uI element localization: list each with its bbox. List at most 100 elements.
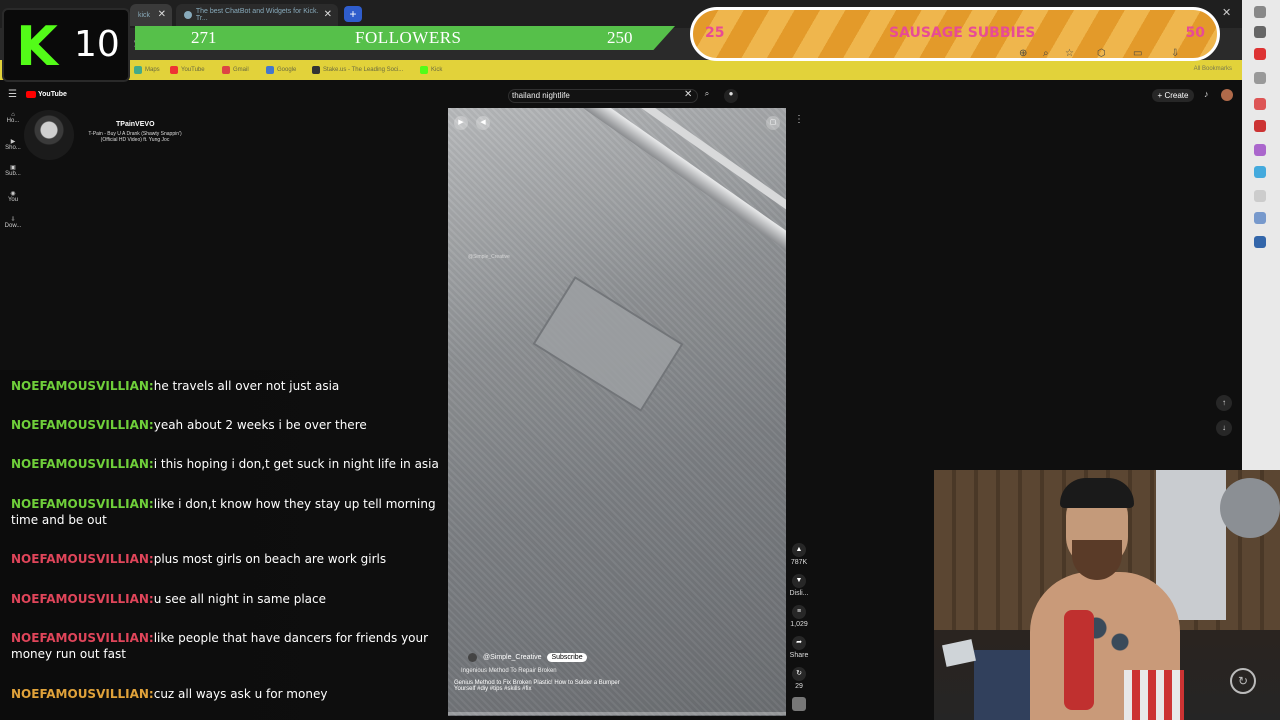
star-icon[interactable]: ☆ (1065, 48, 1074, 58)
extension-icon[interactable]: ⬡ (1097, 48, 1106, 58)
app-icon[interactable] (1254, 236, 1266, 248)
subs-goal: 50 (1185, 25, 1205, 41)
close-tab-icon[interactable]: ✕ (324, 9, 332, 20)
all-bookmarks[interactable]: All Bookmarks (1194, 66, 1232, 72)
fullscreen-icon[interactable]: ▢ (766, 116, 780, 130)
shorts-video-player[interactable]: @Simple_Creative ▶ ◀ ▢ @Simple_Creative … (448, 108, 786, 716)
app-icon[interactable] (1254, 72, 1266, 84)
video-progress-bar[interactable] (448, 712, 786, 715)
chat-overlay: NOEFAMOUSVILLIAN:he travels all over not… (0, 370, 450, 720)
dislike-button[interactable]: ▼ Disli... (788, 574, 810, 597)
bookmark-google[interactable]: Google (266, 66, 296, 74)
mic-icon[interactable]: ● (724, 89, 738, 103)
music-channel: TPainVEVO (116, 121, 155, 128)
bookmark-stake[interactable]: Stake.us - The Leading Soci... (312, 66, 403, 74)
share-icon: ➦ (792, 636, 806, 650)
remix-icon: ↻ (792, 667, 806, 681)
comment-icon: ≡ (792, 605, 806, 619)
clear-search-icon[interactable]: ✕ (684, 89, 692, 100)
play-icon[interactable]: ▶ (454, 116, 468, 130)
chat-username: NOEFAMOUSVILLIAN: (11, 592, 154, 606)
chat-username: NOEFAMOUSVILLIAN: (11, 457, 154, 471)
bookmark-maps[interactable]: Maps (134, 66, 160, 74)
bell-icon[interactable]: ♪ (1204, 89, 1209, 99)
chat-message: NOEFAMOUSVILLIAN:yeah about 2 weeks i be… (11, 417, 451, 433)
cam-fan (1220, 478, 1280, 538)
next-short-button[interactable]: ↓ (1216, 420, 1232, 436)
remix-button[interactable]: ↻ 29 (788, 667, 810, 690)
app-icon[interactable] (1254, 120, 1266, 132)
nav-item-you[interactable]: ◉ You (2, 190, 24, 203)
share-button[interactable]: ➦ Share (788, 636, 810, 659)
video-watermark: @Simple_Creative (468, 254, 510, 260)
channel-name[interactable]: @Simple_Creative (483, 654, 541, 661)
search-icon[interactable]: ⌕ (1043, 48, 1049, 58)
followers-goal: 250 (607, 28, 633, 47)
previous-short-button[interactable]: ↑ (1216, 395, 1232, 411)
app-icon[interactable] (1254, 212, 1266, 224)
cam-cards (942, 639, 976, 667)
chat-text: he travels all over not just asia (153, 379, 340, 393)
chat-text: cuz all ways ask u for money (153, 687, 328, 701)
youtube-play-icon (26, 91, 36, 98)
subscribe-button[interactable]: Subscribe (547, 653, 587, 662)
chat-username: NOEFAMOUSVILLIAN: (11, 418, 154, 432)
new-tab-button[interactable]: + (344, 6, 362, 22)
short-song[interactable]: Ingenious Method To Repair Broken (461, 668, 557, 674)
stake-icon (312, 66, 320, 74)
nav-item-subscriptions[interactable]: ▣ Sub... (2, 164, 24, 177)
app-icon[interactable] (1254, 144, 1266, 156)
kick-logo-icon: K (16, 15, 58, 78)
chat-message: NOEFAMOUSVILLIAN:i this hoping i don,t g… (11, 456, 451, 472)
subs-goal-bar: 25 SAUSAGE SUBBIES 50 ⊕ ⌕ ☆ ⬡ ▭ ⇩ (690, 7, 1220, 61)
kick-icon (420, 66, 428, 74)
bookmark-kick[interactable]: Kick (420, 66, 442, 74)
chat-text: yeah about 2 weeks i be over there (153, 418, 367, 432)
search-button[interactable]: ⌕ (700, 89, 714, 103)
chat-username: NOEFAMOUSVILLIAN: (11, 497, 154, 511)
google-icon (266, 66, 274, 74)
chat-username: NOEFAMOUSVILLIAN: (11, 379, 154, 393)
music-artist-avatar (24, 110, 74, 160)
bookmark-youtube[interactable]: YouTube (170, 66, 205, 74)
gmail-icon (222, 66, 230, 74)
create-button[interactable]: + Create (1152, 89, 1194, 102)
notification-icon[interactable] (1254, 6, 1266, 18)
search-query[interactable]: thailand nightlife (512, 91, 570, 100)
close-window-icon[interactable]: ✕ (1222, 6, 1231, 19)
search-icon[interactable] (1254, 26, 1266, 38)
tab-label: kick (138, 11, 151, 19)
nav-item-downloads[interactable]: ⇩ Dow... (2, 216, 24, 229)
subs-label: SAUSAGE SUBBIES (889, 25, 1036, 41)
tab-kick[interactable]: kick ✕ (130, 4, 172, 26)
channel-avatar[interactable] (468, 653, 477, 662)
cam-bottle (1064, 610, 1094, 710)
app-icon[interactable] (1254, 98, 1266, 110)
menu-icon[interactable]: ☰ (8, 89, 17, 100)
bookmark-gmail[interactable]: Gmail (222, 66, 249, 74)
nav-item-shorts[interactable]: ▶ Sho... (2, 138, 24, 151)
avatar[interactable] (1221, 89, 1233, 101)
cast-icon[interactable]: ▭ (1133, 48, 1142, 58)
app-icon[interactable] (1254, 166, 1266, 178)
tab-chatbot[interactable]: The best ChatBot and Widgets for Kick. T… (176, 4, 338, 26)
maps-icon (134, 66, 142, 74)
more-options-icon[interactable]: ⋮ (788, 114, 810, 125)
followers-goal-bar: 271 FOLLOWERS 250 (135, 26, 675, 50)
comments-button[interactable]: ≡ 1,029 (788, 605, 810, 628)
zoom-icon[interactable]: ⊕ (1019, 48, 1027, 58)
like-button[interactable]: ▲ 787K (788, 543, 810, 566)
nav-item-home[interactable]: ⌂ Ho... (2, 112, 24, 124)
app-icon[interactable] (1254, 48, 1266, 60)
followers-current: 271 (191, 28, 217, 47)
chat-message: NOEFAMOUSVILLIAN:like i don,t know how t… (11, 496, 451, 528)
sound-thumbnail[interactable] (788, 697, 810, 713)
close-tab-icon[interactable]: ✕ (158, 9, 166, 20)
app-icon[interactable] (1254, 190, 1266, 202)
sound-icon (792, 697, 806, 711)
volume-icon[interactable]: ◀ (476, 116, 490, 130)
downloads-icon[interactable]: ⇩ (1171, 48, 1179, 58)
chat-message: NOEFAMOUSVILLIAN:u see all night in same… (11, 591, 451, 607)
youtube-logo[interactable]: YouTube (26, 91, 67, 98)
music-title: T-Pain - Buy U A Drank (Shawty Snappin')… (88, 131, 182, 143)
